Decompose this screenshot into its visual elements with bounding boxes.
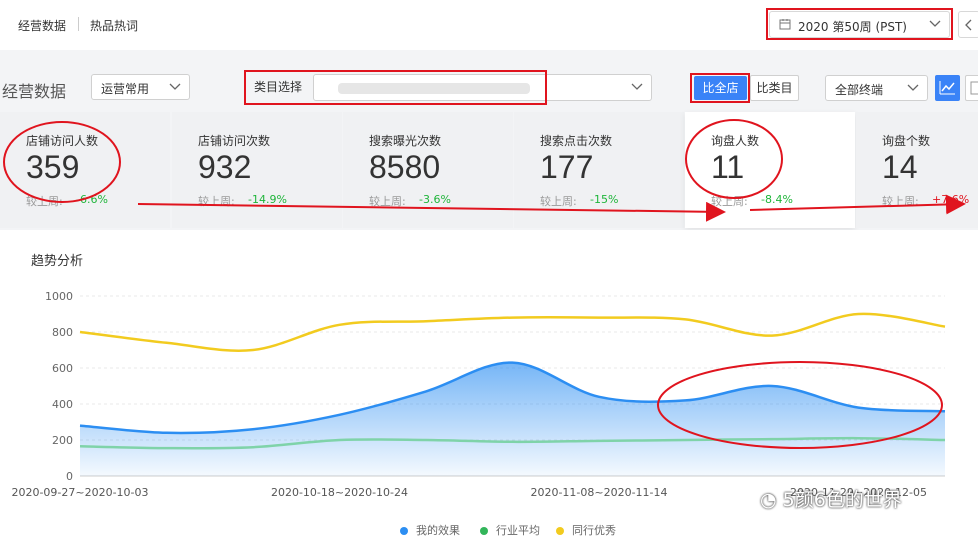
metric-label: 搜索曝光次数 [369, 134, 442, 148]
legend-label: 同行优秀 [572, 524, 616, 537]
y-tick-label: 800 [52, 326, 73, 339]
legend-label: 行业平均 [496, 524, 540, 537]
tab-divider [78, 17, 79, 31]
watermark-text: 5颜6色的世界 [782, 489, 902, 511]
terminal-select-value: 全部终端 [835, 83, 884, 97]
line-chart-view-button[interactable] [935, 75, 960, 101]
week-select-value: 2020 第50周 (PST) [798, 20, 907, 34]
metric-change: -14.9% [248, 193, 287, 206]
legend-dot [480, 527, 488, 535]
metric-label: 店铺访问人数 [26, 134, 99, 148]
x-tick-label: 2020-10-18~2020-10-24 [271, 486, 408, 499]
metric-value: 11 [711, 149, 745, 185]
week-select[interactable]: 2020 第50周 (PST) [769, 11, 950, 38]
table-icon [970, 81, 978, 95]
chevron-left-icon [965, 19, 972, 31]
y-tick-label: 0 [66, 470, 73, 483]
category-select[interactable] [313, 74, 652, 101]
metric-card-store-visitors[interactable]: 店铺访问人数 359 较上周: -6.6% [0, 112, 170, 228]
metric-cards: 店铺访问人数 359 较上周: -6.6% 店铺访问次数 932 较上周: -1… [0, 112, 978, 230]
metric-label: 店铺访问次数 [198, 134, 271, 148]
metric-value: 8580 [369, 149, 441, 185]
metric-compare-label: 较上周: [711, 195, 748, 208]
compare-category-button[interactable]: 比类目 [750, 75, 799, 101]
legend-item-industry[interactable]: 行业平均 [480, 522, 540, 538]
tab-business-data[interactable]: 经营数据 [18, 17, 66, 34]
legend-label: 我的效果 [416, 524, 460, 537]
preset-select-value: 运营常用 [101, 82, 150, 96]
metric-compare-label: 较上周: [369, 195, 406, 208]
metric-label: 搜索点击次数 [540, 134, 613, 148]
filter-bar: 经营数据 运营常用 类目选择 比全店 比类目 全部终端 [0, 50, 978, 112]
metric-change: -6.6% [76, 193, 108, 206]
chevron-down-icon [929, 20, 941, 27]
legend-item-mine[interactable]: 我的效果 [400, 522, 460, 538]
metric-compare-label: 较上周: [198, 195, 235, 208]
chevron-down-icon [907, 84, 919, 91]
calendar-icon [779, 19, 791, 30]
y-tick-label: 400 [52, 398, 73, 411]
line-chart-icon [939, 81, 955, 95]
x-tick-label: 2020-09-27~2020-10-03 [11, 486, 148, 499]
metric-change: -3.6% [419, 193, 451, 206]
prev-week-button[interactable] [958, 11, 978, 38]
terminal-select[interactable]: 全部终端 [825, 75, 928, 101]
trend-chart: 0 200 400 600 800 1000 2020-09-27~2020-10-03 2… [11, 290, 946, 499]
category-label: 类目选择 [254, 80, 303, 94]
compare-all-store-button[interactable]: 比全店 [694, 76, 747, 100]
metric-card-inquiry-users[interactable]: 询盘人数 11 较上周: -8.4% [685, 112, 855, 228]
watermark: ◔ 5颜6色的世界 [760, 485, 902, 512]
metric-label: 询盘个数 [882, 134, 931, 148]
legend-dot [556, 527, 564, 535]
metric-value: 177 [540, 149, 594, 185]
metric-change: -8.4% [761, 193, 793, 206]
top-nav: 经营数据 热品热词 2020 第50周 (PST) [0, 0, 978, 50]
metric-change: -15% [590, 193, 619, 206]
x-tick-label: 2020-11-08~2020-11-14 [530, 486, 667, 499]
legend-item-peer[interactable]: 同行优秀 [556, 522, 616, 538]
y-tick-label: 1000 [45, 290, 73, 303]
chevron-down-icon [169, 83, 181, 90]
preset-select[interactable]: 运营常用 [91, 74, 190, 100]
table-view-button[interactable] [965, 75, 978, 101]
chevron-down-icon [631, 83, 643, 90]
metric-card-store-visits[interactable]: 店铺访问次数 932 较上周: -14.9% [172, 112, 342, 228]
metric-value: 14 [882, 149, 918, 185]
legend-dot [400, 527, 408, 535]
metric-compare-label: 较上周: [882, 195, 919, 208]
wechat-icon: ◔ [760, 489, 783, 511]
y-tick-label: 200 [52, 434, 73, 447]
series-area-mine [80, 362, 945, 476]
metric-card-inquiry-count[interactable]: 询盘个数 14 较上周: +7.6% [856, 112, 978, 228]
metric-value: 359 [26, 149, 80, 185]
metric-compare-label: 较上周: [26, 195, 63, 208]
tab-hot-products[interactable]: 热品热词 [90, 17, 138, 34]
metric-label: 询盘人数 [711, 134, 760, 148]
metric-card-search-clicks[interactable]: 搜索点击次数 177 较上周: -15% [514, 112, 684, 228]
metric-card-search-impressions[interactable]: 搜索曝光次数 8580 较上周: -3.6% [343, 112, 513, 228]
metric-compare-label: 较上周: [540, 195, 577, 208]
trend-chart-panel: 趋势分析 0 200 400 600 800 1000 2020-09-27~2020-1… [0, 230, 978, 543]
metric-value: 932 [198, 149, 252, 185]
y-tick-label: 600 [52, 362, 73, 375]
category-value-blurred [338, 83, 530, 94]
metric-change: +7.6% [932, 193, 970, 206]
page-title: 经营数据 [2, 82, 67, 101]
